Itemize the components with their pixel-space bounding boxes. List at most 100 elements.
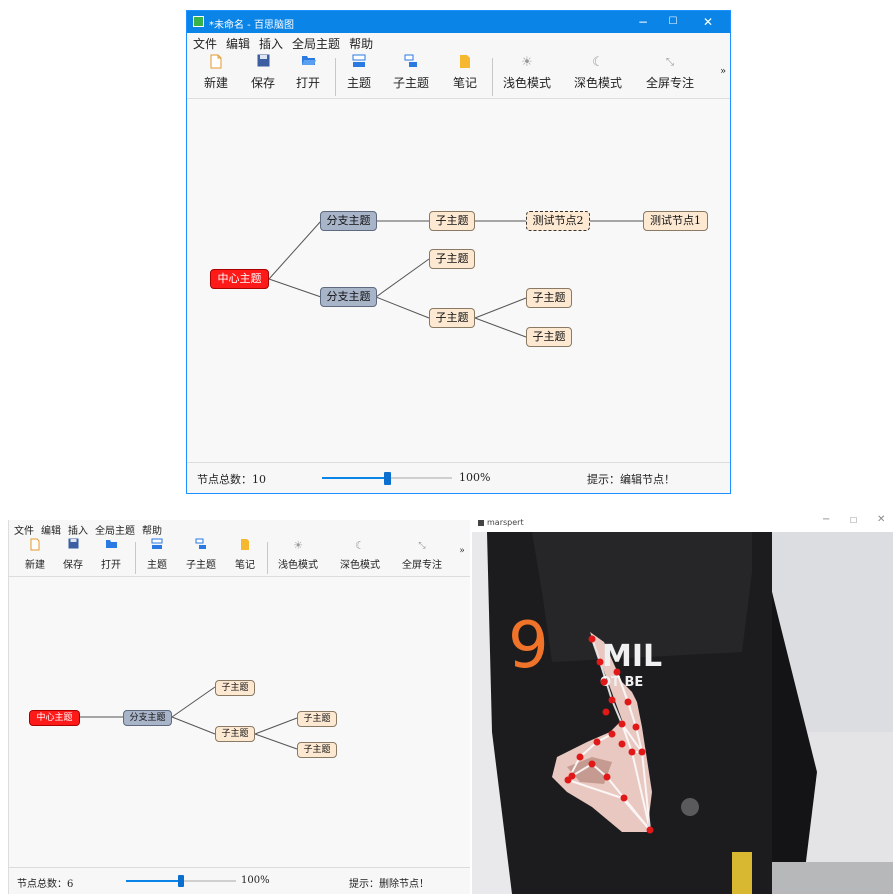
note-button[interactable]: 笔记 xyxy=(443,54,487,91)
connector-line xyxy=(254,717,298,735)
menu-file[interactable]: 文件 xyxy=(193,37,217,51)
toolbar: 新建 保存 打开 主题 子主题 笔记 ☀ 浅色模式 ☾ 深色模式 ⤡ 全屏专注 … xyxy=(9,536,470,577)
node-root[interactable]: 中心主题 xyxy=(29,710,80,726)
node-root[interactable]: 中心主题 xyxy=(210,269,269,289)
save-button[interactable]: 保存 xyxy=(241,54,285,91)
connector-line xyxy=(268,220,322,280)
new-file-icon xyxy=(15,538,55,554)
fullscreen-button[interactable]: ⤡ 全屏专注 xyxy=(642,54,698,91)
close-button[interactable]: ✕ xyxy=(697,14,719,30)
subtopic-button-label: 子主题 xyxy=(186,560,216,571)
menu-edit[interactable]: 编辑 xyxy=(226,37,250,51)
subtopic-button-label: 子主题 xyxy=(392,76,429,90)
save-icon xyxy=(53,538,93,554)
topic-button[interactable]: 主题 xyxy=(337,54,381,91)
toolbar-separator xyxy=(267,542,268,574)
fullscreen-icon: ⤡ xyxy=(666,57,674,68)
subtopic-icon xyxy=(389,54,433,72)
mindmap-canvas[interactable]: 中心主题 分支主题 子主题 子主题 子主题 子主题 xyxy=(9,577,470,868)
hint-text: 提示：删除节点！ xyxy=(349,879,429,890)
fullscreen-icon: ⤡ xyxy=(418,541,426,551)
node-subtopic[interactable]: 子主题 xyxy=(429,308,475,328)
new-button-label: 新建 xyxy=(203,76,228,90)
new-file-icon xyxy=(194,54,238,72)
node-branch[interactable]: 分支主题 xyxy=(123,710,172,726)
note-icon xyxy=(225,538,265,554)
node-subtopic[interactable]: 子主题 xyxy=(526,327,572,347)
fullscreen-button-label: 全屏专注 xyxy=(402,560,442,571)
zoom-percent: 100% xyxy=(241,875,270,886)
node-subtopic[interactable]: 子主题 xyxy=(429,249,475,269)
close-button[interactable]: ✕ xyxy=(877,514,885,525)
light-mode-button[interactable]: ☀ 浅色模式 xyxy=(273,538,323,571)
node-subtopic[interactable]: 子主题 xyxy=(526,288,572,308)
menu-help[interactable]: 帮助 xyxy=(349,37,373,51)
zoom-slider-fill xyxy=(322,477,387,479)
save-button[interactable]: 保存 xyxy=(53,538,93,571)
zoom-slider-thumb[interactable] xyxy=(383,472,391,485)
open-button[interactable]: 打开 xyxy=(91,538,131,571)
save-button-label: 保存 xyxy=(250,76,275,90)
hint-text: 提示：编辑节点！ xyxy=(587,473,675,486)
node-subtopic[interactable]: 子主题 xyxy=(429,211,475,231)
connector-line xyxy=(375,258,430,298)
node-subtopic[interactable]: 子主题 xyxy=(215,726,255,742)
zoom-percent: 100% xyxy=(459,471,491,484)
camera-feed: 9 MIL OT BE xyxy=(472,532,893,894)
topic-icon xyxy=(137,538,177,554)
open-button-label: 打开 xyxy=(101,560,121,571)
zoom-slider-fill xyxy=(126,880,181,882)
subtopic-button[interactable]: 子主题 xyxy=(389,54,433,91)
new-button[interactable]: 新建 xyxy=(15,538,55,571)
connector-line xyxy=(171,686,216,718)
node-subtopic[interactable]: 子主题 xyxy=(297,742,337,758)
menu-insert[interactable]: 插入 xyxy=(259,37,283,51)
toolbar-overflow-button[interactable]: » xyxy=(457,546,467,556)
moon-icon: ☾ xyxy=(592,55,604,70)
dark-mode-button[interactable]: ☾ 深色模式 xyxy=(335,538,385,571)
subtopic-icon xyxy=(181,538,221,554)
toolbar-overflow-button[interactable]: » xyxy=(717,66,729,77)
node-subtopic[interactable]: 子主题 xyxy=(215,680,255,696)
fullscreen-button[interactable]: ⤡ 全屏专注 xyxy=(397,538,447,571)
window-title: *未命名 - 百思脑图 xyxy=(209,20,294,31)
app-icon xyxy=(193,16,204,27)
zoom-slider-thumb[interactable] xyxy=(178,875,184,887)
connector-line xyxy=(375,296,430,319)
mindmap-window-main: *未命名 - 百思脑图 − ☐ ✕ 文件 编辑 插入 全局主题 帮助 新建 保存 打开 … xyxy=(186,10,731,494)
node-branch[interactable]: 分支主题 xyxy=(320,211,377,231)
fullscreen-button-label: 全屏专注 xyxy=(645,76,694,90)
subtopic-button[interactable]: 子主题 xyxy=(181,538,221,571)
node-subtopic[interactable]: 子主题 xyxy=(297,711,337,727)
light-mode-button[interactable]: ☀ 浅色模式 xyxy=(499,54,555,91)
node-subtopic[interactable]: 测试节点1 xyxy=(643,211,708,231)
maximize-button[interactable]: ☐ xyxy=(850,516,857,525)
moon-icon: ☾ xyxy=(355,539,365,552)
note-button-label: 笔记 xyxy=(452,76,477,90)
node-count-label: 节点总数：6 xyxy=(17,879,74,890)
toolbar-separator xyxy=(492,58,493,96)
open-button[interactable]: 打开 xyxy=(286,54,330,91)
camera-title-text: marspert xyxy=(487,518,524,527)
open-button-label: 打开 xyxy=(295,76,320,90)
maximize-button[interactable]: ☐ xyxy=(662,14,684,30)
mindmap-canvas[interactable]: 中心主题 分支主题 分支主题 子主题 测试节点2 测试节点1 子主题 子主题 子… xyxy=(187,99,730,463)
node-count-label: 节点总数：10 xyxy=(197,473,266,486)
new-button[interactable]: 新建 xyxy=(194,54,238,91)
minimize-button[interactable]: − xyxy=(822,514,830,525)
connector-line xyxy=(474,297,527,319)
menu-global-theme[interactable]: 全局主题 xyxy=(292,37,340,51)
connector-line xyxy=(254,733,298,750)
node-selected[interactable]: 测试节点2 xyxy=(526,211,590,231)
toolbar-separator xyxy=(135,542,136,574)
status-bar: 节点总数：10 100% 提示：编辑节点！ xyxy=(187,462,730,493)
mindmap-window-secondary: 文件 编辑 插入 全局主题 帮助 新建 保存 打开 主题 子主题 笔记 ☀ 浅色… xyxy=(8,520,470,894)
note-icon xyxy=(443,54,487,72)
minimize-button[interactable]: − xyxy=(632,14,654,30)
note-button[interactable]: 笔记 xyxy=(225,538,265,571)
new-button-label: 新建 xyxy=(25,560,45,571)
dark-mode-button[interactable]: ☾ 深色模式 xyxy=(570,54,626,91)
node-branch[interactable]: 分支主题 xyxy=(320,287,377,307)
topic-button[interactable]: 主题 xyxy=(137,538,177,571)
menu-bar: 文件 编辑 插入 全局主题 帮助 xyxy=(187,35,376,51)
